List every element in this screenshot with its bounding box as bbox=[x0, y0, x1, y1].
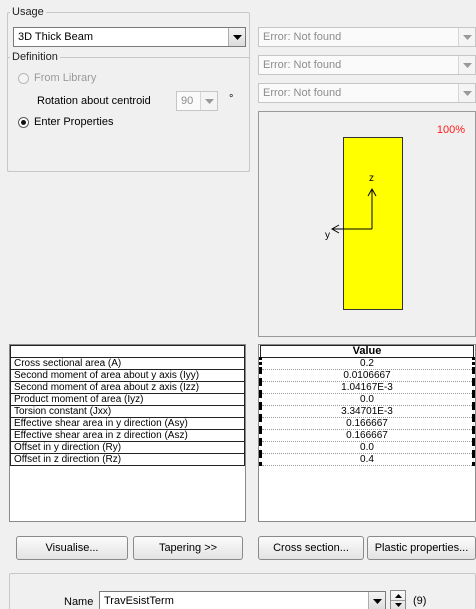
name-label: Name bbox=[64, 596, 94, 608]
property-value-cell[interactable]: 0.4 bbox=[259, 453, 475, 466]
spinner-down-icon[interactable] bbox=[391, 600, 405, 609]
axes-icon bbox=[330, 187, 377, 234]
table-row: 0.166667 bbox=[259, 429, 475, 442]
name-select[interactable]: TravEsistTerm bbox=[99, 591, 386, 609]
spinner-up-icon[interactable] bbox=[391, 591, 405, 600]
property-labels-grid: Cross sectional area (A) Second moment of… bbox=[10, 345, 245, 466]
property-label-cell: Effective shear area in z direction (Asz… bbox=[10, 429, 245, 442]
enter-properties-radio[interactable]: Enter Properties bbox=[18, 116, 113, 128]
property-label-cell: Torsion constant (Jxx) bbox=[10, 405, 245, 418]
cross-section-button[interactable]: Cross section... bbox=[258, 536, 364, 560]
z-axis-label: z bbox=[369, 173, 374, 184]
radio-button[interactable] bbox=[18, 72, 29, 84]
property-value-cell[interactable]: 0.0 bbox=[259, 441, 475, 454]
definition-legend: Definition bbox=[12, 51, 58, 63]
property-value-cell[interactable]: 0.166667 bbox=[259, 417, 475, 430]
property-value-cell[interactable]: 0.0106667 bbox=[259, 369, 475, 382]
y-axis-label: y bbox=[325, 230, 330, 241]
enter-properties-label: Enter Properties bbox=[34, 116, 114, 128]
name-spinner[interactable] bbox=[390, 590, 406, 609]
table-row: Offset in z direction (Rz) bbox=[10, 453, 245, 466]
from-library-label: From Library bbox=[34, 72, 97, 84]
table-row: Torsion constant (Jxx) bbox=[10, 405, 245, 418]
section-preview: 100% z y bbox=[258, 111, 476, 337]
chevron-down-icon[interactable] bbox=[458, 84, 475, 102]
table-row: Offset in y direction (Ry) bbox=[10, 441, 245, 454]
property-value-cell[interactable]: 0.0 bbox=[259, 393, 475, 406]
error-select-3-value: Error: Not found bbox=[263, 87, 342, 99]
error-select-2[interactable]: Error: Not found bbox=[258, 55, 476, 75]
property-values-table: Value 0.2 0.0106667 1.04167E-3 0.0 3.34701E-… bbox=[258, 344, 476, 522]
property-label-cell: Effective shear area in y direction (Asy… bbox=[10, 417, 245, 430]
from-library-radio[interactable]: From Library bbox=[18, 72, 96, 84]
value-column-header: Value bbox=[260, 345, 474, 358]
chevron-down-icon[interactable] bbox=[228, 28, 245, 46]
property-value-cell[interactable]: 1.04167E-3 bbox=[259, 381, 475, 394]
table-row: 0.0106667 bbox=[259, 369, 475, 382]
plastic-properties-button[interactable]: Plastic properties... bbox=[367, 536, 476, 560]
table-row: 3.34701E-3 bbox=[259, 405, 475, 418]
chevron-down-icon[interactable] bbox=[368, 592, 385, 609]
table-row: 0.2 bbox=[259, 357, 475, 370]
property-value-cell[interactable]: 0.166667 bbox=[259, 429, 475, 442]
table-row: 0.0 bbox=[259, 441, 475, 454]
property-label-cell: Product moment of area (Iyz) bbox=[10, 393, 245, 406]
property-value-cell[interactable]: 3.34701E-3 bbox=[259, 405, 475, 418]
rotation-unit: ° bbox=[229, 93, 234, 105]
tapering-button[interactable]: Tapering >> bbox=[133, 536, 243, 560]
table-row: 1.04167E-3 bbox=[259, 381, 475, 394]
error-select-1[interactable]: Error: Not found bbox=[258, 27, 476, 47]
property-labels-table: Cross sectional area (A) Second moment of… bbox=[9, 344, 246, 522]
rotation-select[interactable]: 90 bbox=[176, 91, 218, 111]
table-row: Effective shear area in y direction (Asy… bbox=[10, 417, 245, 430]
table-row: Cross sectional area (A) bbox=[10, 357, 245, 370]
definition-group: Definition bbox=[7, 51, 250, 172]
error-select-2-value: Error: Not found bbox=[263, 59, 342, 71]
rotation-value: 90 bbox=[181, 95, 194, 107]
usage-legend: Usage bbox=[12, 6, 44, 18]
usage-select[interactable]: 3D Thick Beam bbox=[13, 27, 246, 47]
error-select-1-value: Error: Not found bbox=[263, 31, 342, 43]
visualise-button[interactable]: Visualise... bbox=[16, 536, 128, 560]
property-label-cell: Cross sectional area (A) bbox=[10, 357, 245, 370]
usage-select-value: 3D Thick Beam bbox=[18, 31, 93, 43]
table-header-blank bbox=[10, 345, 245, 358]
table-row: Effective shear area in z direction (Asz… bbox=[10, 429, 245, 442]
table-row: Second moment of area about z axis (Izz) bbox=[10, 381, 245, 394]
table-row: 0.4 bbox=[259, 453, 475, 466]
chevron-down-icon[interactable] bbox=[458, 56, 475, 74]
table-row: Product moment of area (Iyz) bbox=[10, 393, 245, 406]
property-label-cell: Offset in y direction (Ry) bbox=[10, 441, 245, 454]
table-row: 0.0 bbox=[259, 393, 475, 406]
error-select-3[interactable]: Error: Not found bbox=[258, 83, 476, 103]
table-row: Second moment of area about y axis (Iyy) bbox=[10, 369, 245, 382]
property-label-cell: Second moment of area about z axis (Izz) bbox=[10, 381, 245, 394]
rotation-label: Rotation about centroid bbox=[37, 95, 151, 107]
name-select-value: TravEsistTerm bbox=[104, 595, 174, 607]
property-label-cell: Second moment of area about y axis (Iyy) bbox=[10, 369, 245, 382]
chevron-down-icon[interactable] bbox=[458, 28, 475, 46]
radio-button[interactable] bbox=[18, 116, 29, 128]
property-label-cell: Offset in z direction (Rz) bbox=[10, 453, 245, 466]
table-row: 0.166667 bbox=[259, 417, 475, 430]
property-values-grid: Value 0.2 0.0106667 1.04167E-3 0.0 3.34701E-… bbox=[259, 345, 475, 466]
property-value-cell[interactable]: 0.2 bbox=[259, 357, 475, 370]
name-count: (9) bbox=[413, 595, 427, 607]
table-header-row: Value bbox=[260, 345, 474, 358]
table-header-row bbox=[10, 345, 245, 358]
chevron-down-icon[interactable] bbox=[200, 92, 217, 110]
